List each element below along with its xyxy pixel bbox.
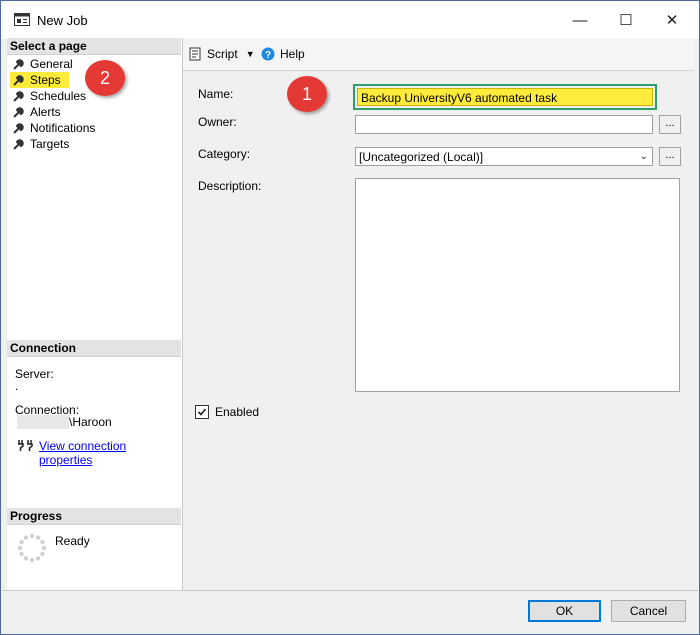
owner-input[interactable]	[355, 115, 653, 134]
description-textarea[interactable]	[355, 178, 680, 392]
owner-label: Owner:	[198, 115, 237, 129]
wrench-icon	[12, 121, 26, 135]
script-button[interactable]: Script ▼	[189, 45, 255, 63]
nav-item-notifications[interactable]: Notifications	[12, 120, 95, 136]
wrench-icon	[12, 57, 26, 71]
title-bar: New Job — ☐ ✕	[1, 1, 699, 39]
redacted-region	[17, 415, 69, 429]
svg-text:?: ?	[265, 50, 271, 61]
category-value: [Uncategorized (Local)]	[359, 150, 484, 164]
nav-item-targets[interactable]: Targets	[12, 136, 69, 152]
enabled-label: Enabled	[215, 405, 260, 419]
close-button[interactable]: ✕	[650, 7, 694, 33]
enabled-checkbox[interactable]	[195, 405, 209, 419]
progress-spinner-icon	[17, 533, 47, 563]
script-label: Script	[207, 47, 238, 61]
job-window-icon	[14, 13, 30, 26]
connection-header: Connection	[7, 340, 181, 357]
wrench-icon	[12, 73, 26, 87]
name-highlight-frame: Backup UniversityV6 automated task	[353, 84, 657, 110]
right-panel: Script ▼ ? Help Name: 1 Backup Universit…	[183, 38, 694, 590]
nav-item-schedules[interactable]: Schedules	[12, 88, 86, 104]
maximize-icon: ☐	[619, 12, 633, 29]
script-icon	[189, 47, 203, 61]
minimize-button[interactable]: —	[558, 7, 602, 33]
name-input[interactable]: Backup UniversityV6 automated task	[357, 88, 653, 106]
connection-plug-icon	[17, 438, 33, 452]
cancel-button[interactable]: Cancel	[611, 600, 686, 622]
minimize-icon: —	[572, 11, 588, 29]
chevron-down-icon: ⌄	[639, 151, 648, 162]
toolbar: Script ▼ ? Help	[183, 38, 694, 71]
progress-status: Ready	[55, 534, 90, 548]
close-icon: ✕	[665, 12, 679, 29]
window-title: New Job	[37, 13, 88, 28]
nav-label-schedules: Schedules	[30, 89, 87, 103]
new-job-dialog: New Job — ☐ ✕ Select a page General Step…	[0, 0, 700, 635]
nav-item-alerts[interactable]: Alerts	[12, 104, 61, 120]
annotation-badge-2: 2	[85, 60, 125, 96]
select-page-header: Select a page	[7, 38, 181, 55]
help-icon: ?	[261, 47, 275, 61]
annotation-badge-1: 1	[287, 76, 327, 112]
ok-button[interactable]: OK	[528, 600, 601, 622]
nav-label-alerts: Alerts	[30, 105, 61, 119]
view-connection-properties-link[interactable]: View connection properties	[39, 439, 182, 467]
connection-value: \Haroon	[69, 415, 112, 429]
server-label: Server:	[15, 367, 54, 381]
script-dropdown-icon[interactable]: ▼	[246, 49, 255, 59]
name-label: Name:	[198, 87, 234, 101]
wrench-icon	[12, 137, 26, 151]
nav-item-general[interactable]: General	[12, 56, 73, 72]
category-label: Category:	[198, 147, 251, 161]
progress-header: Progress	[7, 508, 181, 525]
help-button[interactable]: ? Help	[261, 45, 305, 63]
check-icon	[197, 408, 207, 416]
nav-label-targets: Targets	[30, 137, 70, 151]
owner-browse-button[interactable]: ...	[659, 115, 681, 134]
left-panel: Select a page General Steps Schedules Al…	[7, 38, 183, 590]
wrench-icon	[12, 105, 26, 119]
nav-label-steps: Steps	[30, 73, 61, 87]
enabled-checkbox-row[interactable]: Enabled	[195, 405, 259, 419]
server-value: .	[15, 379, 19, 393]
nav-item-steps[interactable]: Steps	[10, 72, 69, 88]
dialog-footer: OK Cancel	[2, 590, 698, 634]
nav-label-notifications: Notifications	[30, 121, 96, 135]
maximize-button[interactable]: ☐	[604, 7, 648, 33]
category-select[interactable]: [Uncategorized (Local)] ⌄	[355, 147, 653, 166]
description-label: Description:	[198, 179, 262, 193]
wrench-icon	[12, 89, 26, 103]
help-label: Help	[280, 47, 305, 61]
category-browse-button[interactable]: ...	[659, 147, 681, 166]
nav-label-general: General	[30, 57, 73, 71]
